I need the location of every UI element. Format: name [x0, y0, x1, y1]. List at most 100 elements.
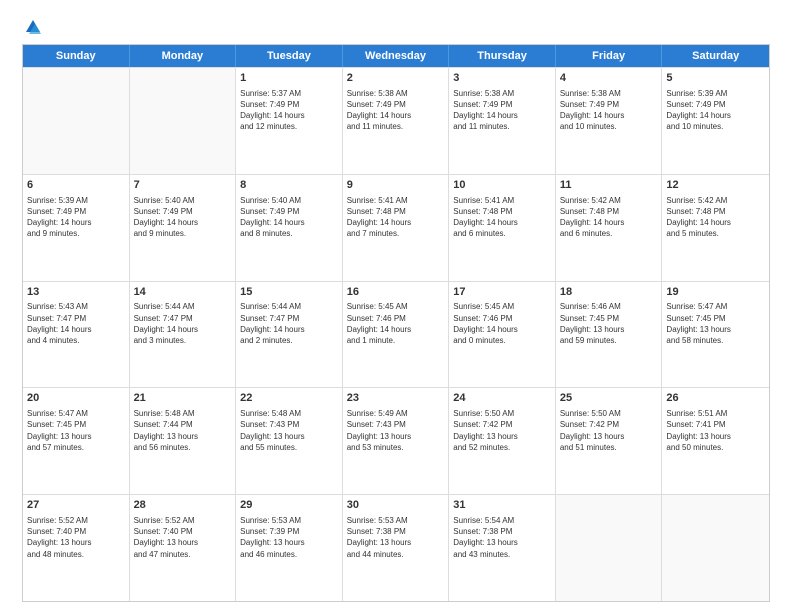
cell-info: Sunrise: 5:38 AM Sunset: 7:49 PM Dayligh…: [347, 88, 445, 133]
calendar-cell: [23, 68, 130, 174]
day-number: 1: [240, 71, 338, 86]
cell-info: Sunrise: 5:53 AM Sunset: 7:38 PM Dayligh…: [347, 515, 445, 560]
weekday-header: Monday: [130, 45, 237, 67]
weekday-header: Sunday: [23, 45, 130, 67]
day-number: 10: [453, 178, 551, 193]
cell-info: Sunrise: 5:38 AM Sunset: 7:49 PM Dayligh…: [453, 88, 551, 133]
cell-info: Sunrise: 5:47 AM Sunset: 7:45 PM Dayligh…: [27, 408, 125, 453]
day-number: 11: [560, 178, 658, 193]
cell-info: Sunrise: 5:39 AM Sunset: 7:49 PM Dayligh…: [666, 88, 765, 133]
page: SundayMondayTuesdayWednesdayThursdayFrid…: [0, 0, 792, 612]
calendar-cell: 14Sunrise: 5:44 AM Sunset: 7:47 PM Dayli…: [130, 282, 237, 388]
calendar-cell: 17Sunrise: 5:45 AM Sunset: 7:46 PM Dayli…: [449, 282, 556, 388]
calendar-row: 6Sunrise: 5:39 AM Sunset: 7:49 PM Daylig…: [23, 174, 769, 281]
day-number: 12: [666, 178, 765, 193]
calendar-cell: 24Sunrise: 5:50 AM Sunset: 7:42 PM Dayli…: [449, 388, 556, 494]
day-number: 15: [240, 285, 338, 300]
calendar-cell: [556, 495, 663, 601]
calendar-cell: 25Sunrise: 5:50 AM Sunset: 7:42 PM Dayli…: [556, 388, 663, 494]
day-number: 19: [666, 285, 765, 300]
calendar-cell: 10 Sunrise: 5:41 AM Sunset: 7:48 PM Dayli…: [449, 175, 556, 281]
weekday-header: Thursday: [449, 45, 556, 67]
calendar-cell: 3 Sunrise: 5:38 AM Sunset: 7:49 PM Daylig…: [449, 68, 556, 174]
day-number: 3: [453, 71, 551, 86]
day-number: 31: [453, 498, 551, 513]
calendar-cell: 23Sunrise: 5:49 AM Sunset: 7:43 PM Dayli…: [343, 388, 450, 494]
day-number: 23: [347, 391, 445, 406]
cell-info: Sunrise: 5:51 AM Sunset: 7:41 PM Dayligh…: [666, 408, 765, 453]
calendar-cell: [130, 68, 237, 174]
cell-info: Sunrise: 5:54 AM Sunset: 7:38 PM Dayligh…: [453, 515, 551, 560]
cell-info: Sunrise: 5:42 AM Sunset: 7:48 PM Dayligh…: [560, 195, 658, 240]
day-number: 20: [27, 391, 125, 406]
calendar-cell: 6Sunrise: 5:39 AM Sunset: 7:49 PM Daylig…: [23, 175, 130, 281]
cell-info: Sunrise: 5:41 AM Sunset: 7:48 PM Dayligh…: [453, 195, 551, 240]
day-number: 8: [240, 178, 338, 193]
weekday-header: Friday: [556, 45, 663, 67]
calendar-cell: 7Sunrise: 5:40 AM Sunset: 7:49 PM Daylig…: [130, 175, 237, 281]
day-number: 4: [560, 71, 658, 86]
cell-info: Sunrise: 5:52 AM Sunset: 7:40 PM Dayligh…: [27, 515, 125, 560]
cell-info: Sunrise: 5:47 AM Sunset: 7:45 PM Dayligh…: [666, 301, 765, 346]
calendar-row: 27 Sunrise: 5:52 AM Sunset: 7:40 PM Dayli…: [23, 494, 769, 601]
day-number: 14: [134, 285, 232, 300]
day-number: 5: [666, 71, 765, 86]
day-number: 22: [240, 391, 338, 406]
cell-info: Sunrise: 5:40 AM Sunset: 7:49 PM Dayligh…: [134, 195, 232, 240]
day-number: 25: [560, 391, 658, 406]
day-number: 13: [27, 285, 125, 300]
day-number: 16: [347, 285, 445, 300]
calendar-cell: 1 Sunrise: 5:37 AM Sunset: 7:49 PM Daylig…: [236, 68, 343, 174]
calendar-cell: 12 Sunrise: 5:42 AM Sunset: 7:48 PM Dayli…: [662, 175, 769, 281]
day-number: 17: [453, 285, 551, 300]
cell-info: Sunrise: 5:37 AM Sunset: 7:49 PM Dayligh…: [240, 88, 338, 133]
calendar-cell: 19Sunrise: 5:47 AM Sunset: 7:45 PM Dayli…: [662, 282, 769, 388]
cell-info: Sunrise: 5:48 AM Sunset: 7:43 PM Dayligh…: [240, 408, 338, 453]
calendar-cell: 30 Sunrise: 5:53 AM Sunset: 7:38 PM Dayli…: [343, 495, 450, 601]
calendar-cell: 29Sunrise: 5:53 AM Sunset: 7:39 PM Dayli…: [236, 495, 343, 601]
calendar-cell: 22 Sunrise: 5:48 AM Sunset: 7:43 PM Dayli…: [236, 388, 343, 494]
cell-info: Sunrise: 5:39 AM Sunset: 7:49 PM Dayligh…: [27, 195, 125, 240]
calendar-cell: 2 Sunrise: 5:38 AM Sunset: 7:49 PM Daylig…: [343, 68, 450, 174]
calendar-cell: 28 Sunrise: 5:52 AM Sunset: 7:40 PM Dayli…: [130, 495, 237, 601]
calendar-cell: 9 Sunrise: 5:41 AM Sunset: 7:48 PM Daylig…: [343, 175, 450, 281]
calendar-body: 1 Sunrise: 5:37 AM Sunset: 7:49 PM Daylig…: [23, 67, 769, 601]
cell-info: Sunrise: 5:44 AM Sunset: 7:47 PM Dayligh…: [240, 301, 338, 346]
calendar-cell: [662, 495, 769, 601]
day-number: 21: [134, 391, 232, 406]
calendar-row: 1 Sunrise: 5:37 AM Sunset: 7:49 PM Daylig…: [23, 67, 769, 174]
calendar-cell: 21 Sunrise: 5:48 AM Sunset: 7:44 PM Dayli…: [130, 388, 237, 494]
cell-info: Sunrise: 5:40 AM Sunset: 7:49 PM Dayligh…: [240, 195, 338, 240]
cell-info: Sunrise: 5:42 AM Sunset: 7:48 PM Dayligh…: [666, 195, 765, 240]
day-number: 9: [347, 178, 445, 193]
cell-info: Sunrise: 5:52 AM Sunset: 7:40 PM Dayligh…: [134, 515, 232, 560]
day-number: 2: [347, 71, 445, 86]
calendar-cell: 8 Sunrise: 5:40 AM Sunset: 7:49 PM Daylig…: [236, 175, 343, 281]
calendar-cell: 15Sunrise: 5:44 AM Sunset: 7:47 PM Dayli…: [236, 282, 343, 388]
calendar-cell: 26 Sunrise: 5:51 AM Sunset: 7:41 PM Dayli…: [662, 388, 769, 494]
cell-info: Sunrise: 5:48 AM Sunset: 7:44 PM Dayligh…: [134, 408, 232, 453]
calendar-cell: 18Sunrise: 5:46 AM Sunset: 7:45 PM Dayli…: [556, 282, 663, 388]
calendar-cell: 27 Sunrise: 5:52 AM Sunset: 7:40 PM Dayli…: [23, 495, 130, 601]
day-number: 27: [27, 498, 125, 513]
calendar-cell: 31 Sunrise: 5:54 AM Sunset: 7:38 PM Dayli…: [449, 495, 556, 601]
calendar-cell: 11 Sunrise: 5:42 AM Sunset: 7:48 PM Dayli…: [556, 175, 663, 281]
cell-info: Sunrise: 5:43 AM Sunset: 7:47 PM Dayligh…: [27, 301, 125, 346]
logo: [22, 18, 42, 36]
calendar-cell: 4 Sunrise: 5:38 AM Sunset: 7:49 PM Daylig…: [556, 68, 663, 174]
day-number: 30: [347, 498, 445, 513]
calendar-cell: 20 Sunrise: 5:47 AM Sunset: 7:45 PM Dayli…: [23, 388, 130, 494]
day-number: 26: [666, 391, 765, 406]
cell-info: Sunrise: 5:53 AM Sunset: 7:39 PM Dayligh…: [240, 515, 338, 560]
calendar-row: 13Sunrise: 5:43 AM Sunset: 7:47 PM Dayli…: [23, 281, 769, 388]
calendar-header: SundayMondayTuesdayWednesdayThursdayFrid…: [23, 45, 769, 67]
cell-info: Sunrise: 5:45 AM Sunset: 7:46 PM Dayligh…: [453, 301, 551, 346]
cell-info: Sunrise: 5:50 AM Sunset: 7:42 PM Dayligh…: [453, 408, 551, 453]
cell-info: Sunrise: 5:41 AM Sunset: 7:48 PM Dayligh…: [347, 195, 445, 240]
cell-info: Sunrise: 5:38 AM Sunset: 7:49 PM Dayligh…: [560, 88, 658, 133]
calendar-row: 20 Sunrise: 5:47 AM Sunset: 7:45 PM Dayli…: [23, 387, 769, 494]
weekday-header: Tuesday: [236, 45, 343, 67]
calendar-cell: 5 Sunrise: 5:39 AM Sunset: 7:49 PM Daylig…: [662, 68, 769, 174]
day-number: 28: [134, 498, 232, 513]
calendar-cell: 13Sunrise: 5:43 AM Sunset: 7:47 PM Dayli…: [23, 282, 130, 388]
